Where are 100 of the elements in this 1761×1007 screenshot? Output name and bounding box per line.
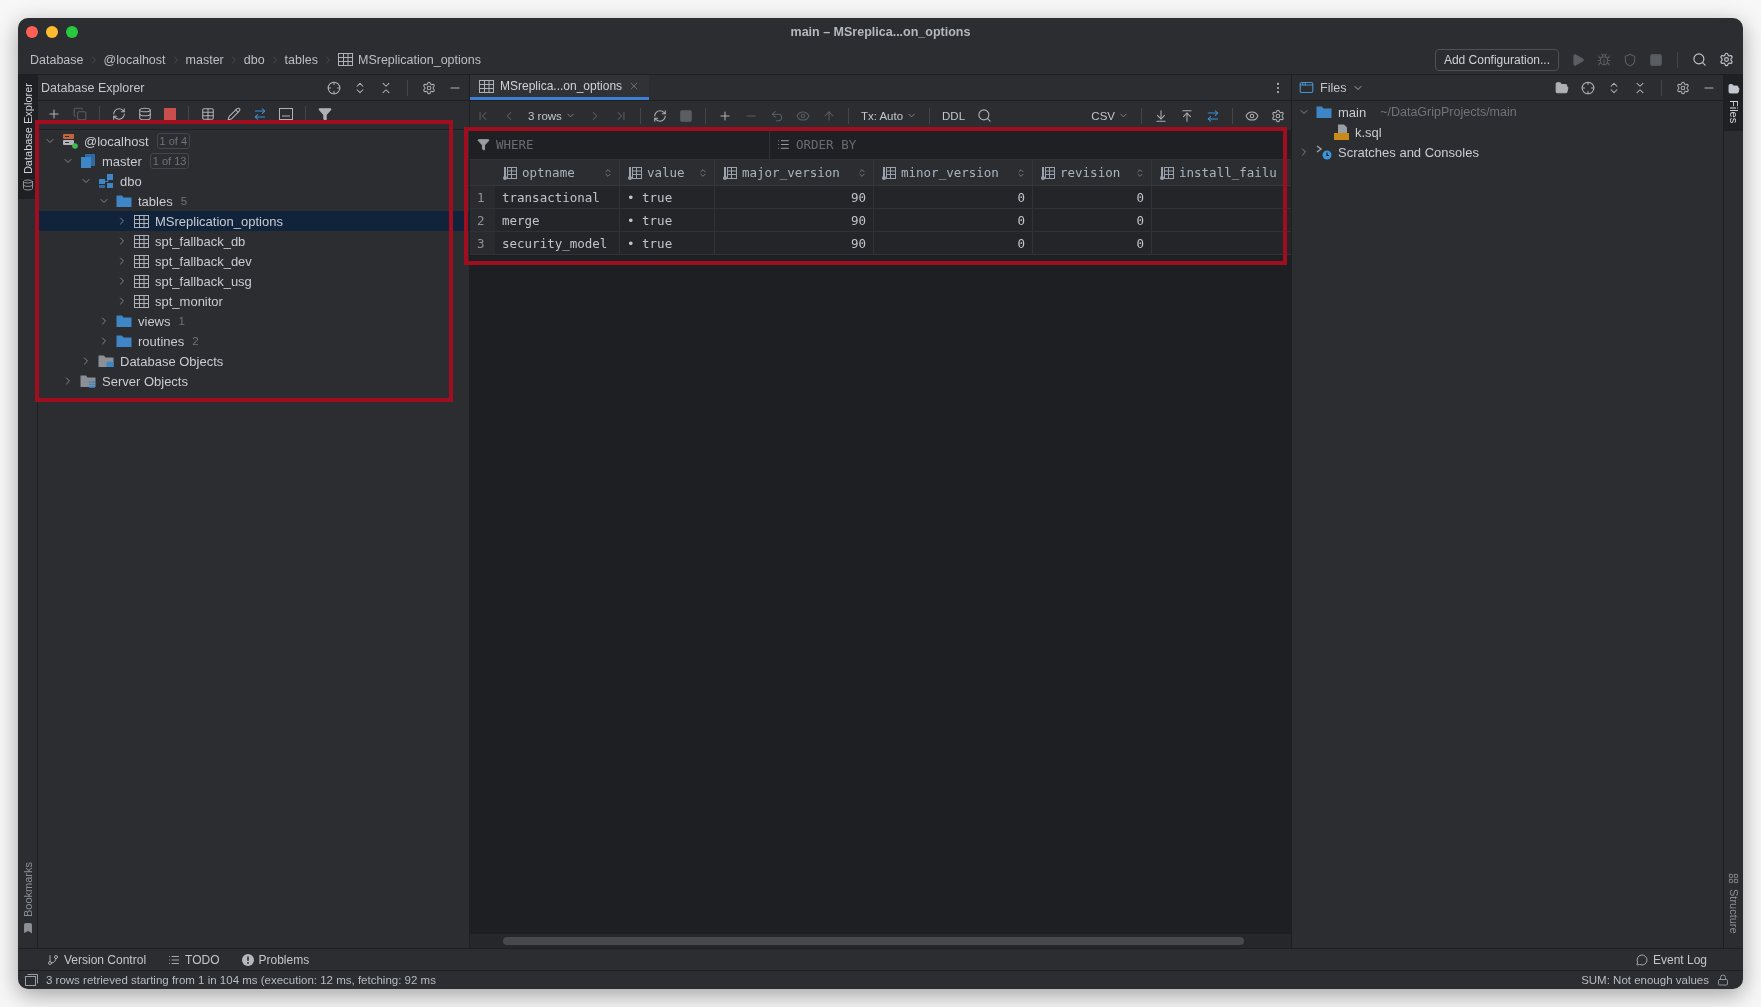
tree-item[interactable]: routines 2: [38, 331, 469, 351]
tool-window-tab[interactable]: Files: [1724, 75, 1743, 132]
column-header[interactable]: revision: [1033, 160, 1152, 185]
column-header[interactable]: major_version: [715, 160, 874, 185]
edit-icon[interactable]: [227, 107, 241, 121]
branch-icon[interactable]: [47, 953, 59, 966]
tool-window-button[interactable]: TODO: [168, 952, 220, 967]
settings-icon[interactable]: [1271, 108, 1285, 123]
tree-item[interactable]: k.sql: [1292, 122, 1723, 142]
structure-icon[interactable]: [1728, 873, 1739, 885]
settings-icon[interactable]: [1676, 80, 1690, 95]
filter-icon[interactable]: [477, 138, 490, 151]
order-by-field[interactable]: ORDER BY: [770, 130, 1291, 159]
breadcrumb-item[interactable]: @localhost: [103, 52, 166, 67]
minimize-button[interactable]: [46, 25, 58, 38]
folder-icon[interactable]: [1727, 83, 1740, 95]
copy-icon[interactable]: [73, 107, 87, 121]
breadcrumb-item[interactable]: dbo: [243, 52, 265, 67]
count-badge: 1 of 4: [156, 133, 191, 149]
add-configuration-button[interactable]: Add Configuration...: [1434, 48, 1559, 71]
collapse-all-icon[interactable]: [1633, 80, 1647, 95]
download-icon[interactable]: [1154, 108, 1168, 123]
plus-icon[interactable]: [717, 108, 732, 123]
breadcrumb-item[interactable]: MSreplication_options: [337, 52, 481, 67]
tree-item[interactable]: spt_monitor: [38, 291, 469, 311]
breadcrumb-item[interactable]: tables: [284, 52, 318, 67]
tree-item[interactable]: spt_fallback_dev: [38, 251, 469, 271]
tool-window-button[interactable]: Event Log: [1635, 952, 1707, 967]
column-header[interactable]: install_failu: [1152, 160, 1291, 185]
shield-icon[interactable]: [1623, 52, 1637, 67]
tree-item[interactable]: Server Objects: [38, 371, 469, 391]
crosshair-icon[interactable]: [327, 80, 341, 95]
plus-icon[interactable]: [47, 107, 61, 121]
ddl-button[interactable]: DDL: [942, 109, 966, 122]
bug-icon[interactable]: [1597, 52, 1611, 67]
tree-item[interactable]: dbo: [38, 171, 469, 191]
transaction-mode-dropdown[interactable]: Tx: Auto: [860, 109, 918, 122]
bookmark-icon[interactable]: [21, 922, 34, 934]
refresh-icon[interactable]: [652, 108, 667, 123]
breadcrumb-item[interactable]: Database: [30, 52, 84, 67]
lock-icon[interactable]: [1717, 974, 1729, 986]
rows-dropdown[interactable]: 3 rows: [528, 109, 576, 122]
list-icon[interactable]: [168, 953, 181, 966]
tree-item[interactable]: Database Objects: [38, 351, 469, 371]
settings-icon[interactable]: [1719, 52, 1734, 67]
tree-item[interactable]: spt_fallback_usg: [38, 271, 469, 291]
column-header[interactable]: value: [620, 160, 715, 185]
tool-window-tab[interactable]: Bookmarks: [18, 853, 37, 942]
table-cell: • true: [620, 232, 715, 254]
search-icon[interactable]: [1692, 52, 1707, 67]
zoom-button[interactable]: [66, 25, 78, 38]
collapse-all-icon[interactable]: [379, 80, 393, 95]
stop-icon[interactable]: [1649, 52, 1663, 67]
tool-window-tab[interactable]: Database Explorer: [18, 75, 37, 200]
scrollbar-thumb[interactable]: [503, 937, 1244, 945]
tool-window-button[interactable]: Problems: [241, 952, 310, 967]
editor-tab[interactable]: MSreplica...on_options: [470, 75, 650, 100]
tree-item[interactable]: master 1 of 13: [38, 151, 469, 171]
settings-icon[interactable]: [422, 80, 436, 95]
arrows-icon[interactable]: [253, 107, 267, 121]
close-button[interactable]: [26, 25, 38, 38]
tree-item[interactable]: main ~/DataGripProjects/main: [1292, 102, 1723, 122]
eye-icon[interactable]: [1245, 108, 1259, 123]
database-icon[interactable]: [138, 107, 152, 121]
tree-item[interactable]: spt_fallback_db: [38, 231, 469, 251]
alert-icon[interactable]: [241, 953, 254, 966]
upload-icon[interactable]: [1180, 108, 1194, 123]
tree-item[interactable]: Scratches and Consoles: [1292, 142, 1723, 162]
squares-icon[interactable]: [25, 974, 38, 986]
tool-window-tab[interactable]: Structure: [1724, 865, 1743, 942]
screen-icon[interactable]: [279, 108, 293, 120]
tree-item[interactable]: MSreplication_options: [38, 211, 469, 231]
table-cell: • true: [620, 186, 715, 208]
arrows-icon[interactable]: [1206, 108, 1220, 123]
undo-icon[interactable]: [769, 108, 784, 123]
table-icon[interactable]: [201, 107, 215, 121]
export-format-dropdown[interactable]: CSV: [1091, 109, 1129, 122]
play-icon[interactable]: [1571, 52, 1585, 67]
crosshair-icon[interactable]: [1581, 80, 1595, 95]
tree-item[interactable]: views 1: [38, 311, 469, 331]
table-cell: merge: [495, 209, 620, 231]
folder-icon[interactable]: [1555, 80, 1569, 95]
column-header[interactable]: optname: [495, 160, 620, 185]
where-field[interactable]: WHERE: [470, 130, 770, 159]
search-icon[interactable]: [977, 108, 993, 123]
sort-icon[interactable]: [777, 138, 790, 151]
column-header[interactable]: minor_version: [874, 160, 1033, 185]
filter-icon[interactable]: [318, 107, 332, 121]
breadcrumb-item[interactable]: master: [185, 52, 224, 67]
folder-icon: [116, 314, 132, 328]
window-icon[interactable]: [1299, 80, 1314, 95]
tree-item[interactable]: @localhost 1 of 4: [38, 131, 469, 151]
tree-item[interactable]: tables 5: [38, 191, 469, 211]
database-icon[interactable]: [21, 179, 34, 192]
speech-bubble-icon[interactable]: [1635, 953, 1648, 966]
stop-icon[interactable]: [678, 108, 693, 123]
tool-window-button[interactable]: Version Control: [47, 952, 147, 967]
panel-title[interactable]: Files: [1320, 80, 1347, 95]
refresh-icon[interactable]: [112, 107, 126, 121]
selection-summary[interactable]: SUM: Not enough values: [1581, 974, 1709, 986]
